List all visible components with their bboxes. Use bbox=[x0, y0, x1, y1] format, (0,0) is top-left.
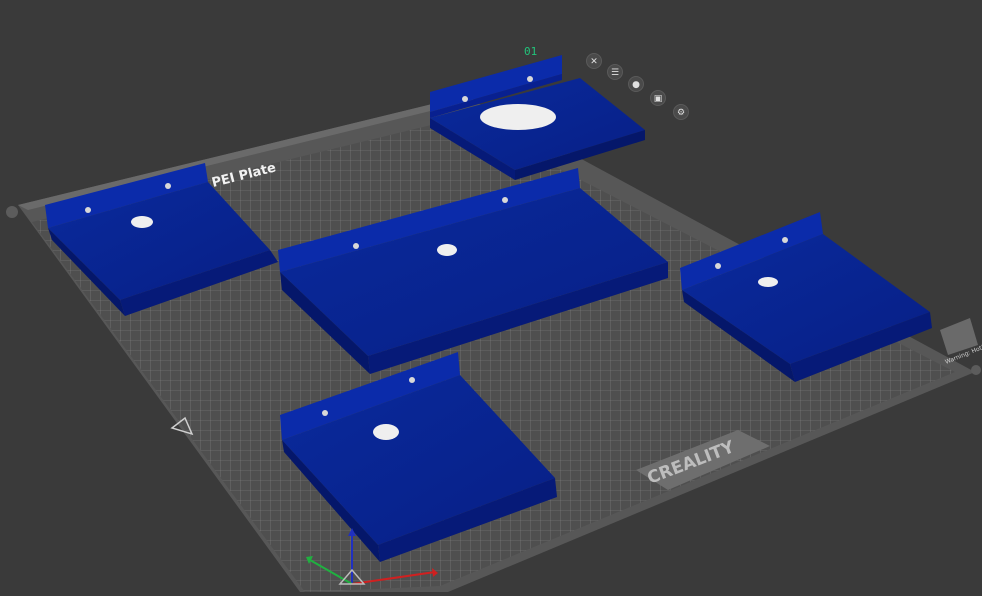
plate-indicator-right bbox=[971, 365, 981, 375]
3d-viewport[interactable]: PEI Plate CREALITY Warning: Hot! 01 ✕ ☰ … bbox=[0, 0, 982, 592]
close-icon[interactable]: ✕ bbox=[586, 53, 602, 69]
arrange-icon[interactable]: ☰ bbox=[607, 64, 623, 80]
viewport-canvas[interactable]: PEI Plate CREALITY Warning: Hot! bbox=[0, 0, 982, 592]
warning-label-area: Warning: Hot! bbox=[940, 318, 982, 366]
settings-icon[interactable]: ⚙ bbox=[673, 104, 689, 120]
plate-indicator-left bbox=[6, 206, 18, 218]
lock-icon[interactable]: ▣ bbox=[650, 90, 666, 106]
orient-icon[interactable]: ● bbox=[628, 76, 644, 92]
plate-number: 01 bbox=[524, 45, 538, 58]
